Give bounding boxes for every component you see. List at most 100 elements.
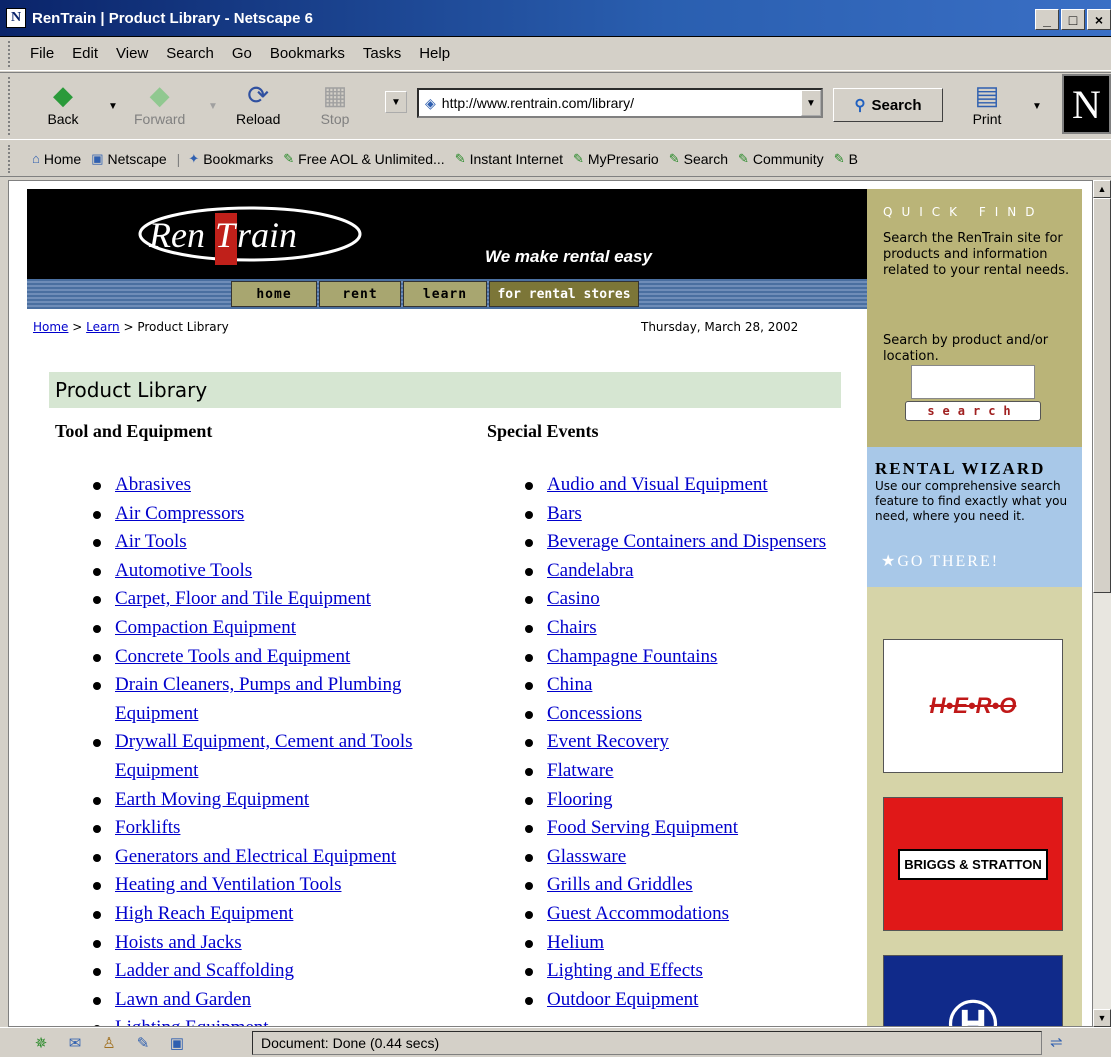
product-link[interactable]: Lighting and Effects — [547, 960, 703, 981]
product-link[interactable]: Concrete Tools and Equipment — [115, 646, 350, 667]
mail-icon[interactable]: ✉ — [58, 1034, 92, 1052]
go-there-link[interactable]: ★GO THERE! — [881, 551, 999, 571]
navigator-icon[interactable]: ✵ — [24, 1034, 58, 1052]
product-link[interactable]: Abrasives — [115, 474, 191, 495]
svg-text:T: T — [215, 215, 238, 255]
print-button[interactable]: ▤ Print — [970, 79, 1004, 128]
ptb-instant-internet[interactable]: ✎ Instant Internet — [455, 151, 563, 167]
ptb-netscape[interactable]: ▣ Netscape — [91, 151, 166, 167]
product-link[interactable]: Outdoor Equipment — [547, 989, 698, 1010]
address-book-icon[interactable]: ▣ — [160, 1034, 194, 1052]
ptb-bookmarks[interactable]: ✦ Bookmarks — [188, 151, 273, 167]
url-field[interactable]: ◈ http://www.rentrain.com/library/ ▼ — [417, 88, 823, 118]
product-link[interactable]: Earth Moving Equipment — [115, 789, 309, 810]
scroll-down-icon[interactable]: ▼ — [1093, 1009, 1111, 1027]
tab-rent[interactable]: rent — [319, 281, 401, 307]
product-link[interactable]: Guest Accommodations — [547, 903, 729, 924]
product-link[interactable]: Helium — [547, 932, 604, 953]
product-link[interactable]: Glassware — [547, 846, 626, 867]
toolbar-grip[interactable] — [8, 77, 16, 135]
product-link[interactable]: Generators and Electrical Equipment — [115, 846, 396, 867]
toolbar-grip[interactable] — [8, 145, 16, 173]
minimize-button[interactable]: _ — [1035, 9, 1059, 30]
product-link[interactable]: Grills and Griddles — [547, 874, 693, 895]
product-link[interactable]: Lawn and Garden — [115, 989, 251, 1010]
product-link[interactable]: Food Serving Equipment — [547, 817, 738, 838]
menu-help[interactable]: Help — [419, 45, 450, 62]
reload-button[interactable]: ⟳ Reload — [236, 79, 280, 128]
product-link[interactable]: Drywall Equipment, Cement and Tools Equi… — [115, 731, 413, 781]
product-link[interactable]: Concessions — [547, 703, 642, 724]
print-dropdown-icon[interactable]: ▼ — [1032, 101, 1042, 112]
forward-dropdown-icon[interactable]: ▼ — [208, 101, 218, 112]
product-link[interactable]: China — [547, 674, 592, 695]
menu-edit[interactable]: Edit — [72, 45, 98, 62]
rental-wizard-panel[interactable]: RENTAL WIZARD Use our comprehensive sear… — [867, 447, 1082, 587]
url-text[interactable]: http://www.rentrain.com/library/ — [442, 95, 634, 111]
menu-bookmarks[interactable]: Bookmarks — [270, 45, 345, 62]
menu-file[interactable]: File — [30, 45, 54, 62]
product-link[interactable]: Forklifts — [115, 817, 180, 838]
quick-find-input[interactable] — [911, 365, 1035, 399]
quick-find-search-button[interactable]: search — [905, 401, 1041, 421]
product-link[interactable]: Chairs — [547, 617, 597, 638]
product-link[interactable]: Air Compressors — [115, 503, 244, 524]
product-link[interactable]: Air Tools — [115, 531, 187, 552]
product-link[interactable]: Ladder and Scaffolding — [115, 960, 294, 981]
ptb-mypresario[interactable]: ✎ MyPresario — [573, 151, 659, 167]
menu-view[interactable]: View — [116, 45, 148, 62]
menu-search[interactable]: Search — [166, 45, 214, 62]
menu-go[interactable]: Go — [232, 45, 252, 62]
product-link[interactable]: Event Recovery — [547, 731, 669, 752]
briggs-stratton-ad[interactable]: BRIGGS & STRATTON — [883, 797, 1063, 931]
product-link[interactable]: Flatware — [547, 760, 613, 781]
aim-icon[interactable]: ♙ — [92, 1034, 126, 1052]
ptb-more[interactable]: ✎ B — [834, 151, 858, 167]
netscape-logo[interactable]: N — [1062, 74, 1111, 134]
product-link[interactable]: Automotive Tools — [115, 560, 252, 581]
composer-icon[interactable]: ✎ — [126, 1034, 160, 1052]
ptb-community[interactable]: ✎ Community — [738, 151, 824, 167]
maximize-button[interactable]: □ — [1061, 9, 1085, 30]
stop-button[interactable]: ▦ Stop — [318, 79, 352, 128]
ptb-search[interactable]: ✎ Search — [669, 151, 728, 167]
search-button[interactable]: ⚲ Search — [833, 88, 943, 122]
product-link[interactable]: High Reach Equipment — [115, 903, 293, 924]
url-dropdown-icon[interactable]: ▼ — [801, 90, 821, 116]
ptb-free-aol[interactable]: ✎ Free AOL & Unlimited... — [283, 151, 444, 167]
product-link[interactable]: Flooring — [547, 789, 612, 810]
menu-bar: File Edit View Search Go Bookmarks Tasks… — [0, 37, 1111, 71]
breadcrumb-learn[interactable]: Learn — [86, 320, 120, 334]
back-button[interactable]: ◆ Back — [46, 79, 80, 128]
close-button[interactable]: × — [1087, 9, 1111, 30]
vertical-scrollbar[interactable]: ▲ ▼ — [1093, 180, 1111, 1027]
product-link[interactable]: Carpet, Floor and Tile Equipment — [115, 588, 371, 609]
product-link[interactable]: Champagne Fountains — [547, 646, 717, 667]
toolbar-grip[interactable] — [8, 41, 16, 67]
product-link[interactable]: Candelabra — [547, 560, 634, 581]
breadcrumb-home[interactable]: Home — [33, 320, 68, 334]
hero-ad[interactable]: H•E•R•O — [883, 639, 1063, 773]
product-link[interactable]: Audio and Visual Equipment — [547, 474, 768, 495]
product-link[interactable]: Casino — [547, 588, 600, 609]
product-link[interactable]: Hoists and Jacks — [115, 932, 242, 953]
product-link[interactable]: Lighting Equipment — [115, 1017, 269, 1026]
stop-icon: ▦ — [322, 79, 348, 110]
back-dropdown-icon[interactable]: ▼ — [108, 101, 118, 112]
tab-home[interactable]: home — [231, 281, 317, 307]
product-link[interactable]: Compaction Equipment — [115, 617, 296, 638]
product-link[interactable]: Heating and Ventilation Tools — [115, 874, 341, 895]
rentrain-logo[interactable]: Ren T rain — [135, 203, 365, 265]
scroll-up-icon[interactable]: ▲ — [1093, 180, 1111, 198]
tab-for-rental-stores[interactable]: for rental stores — [489, 281, 639, 307]
scroll-thumb[interactable] — [1093, 198, 1111, 593]
tab-learn[interactable]: learn — [403, 281, 487, 307]
history-dropdown-icon[interactable]: ▼ — [385, 91, 407, 113]
product-link[interactable]: Drain Cleaners, Pumps and Plumbing Equip… — [115, 674, 402, 724]
forward-button[interactable]: ◆ Forward — [134, 79, 185, 128]
product-link[interactable]: Bars — [547, 503, 582, 524]
husqvarna-ad[interactable]: Ⓗ — [883, 955, 1063, 1026]
product-link[interactable]: Beverage Containers and Dispensers — [547, 531, 826, 552]
ptb-home[interactable]: ⌂ Home — [32, 151, 81, 167]
menu-tasks[interactable]: Tasks — [363, 45, 401, 62]
